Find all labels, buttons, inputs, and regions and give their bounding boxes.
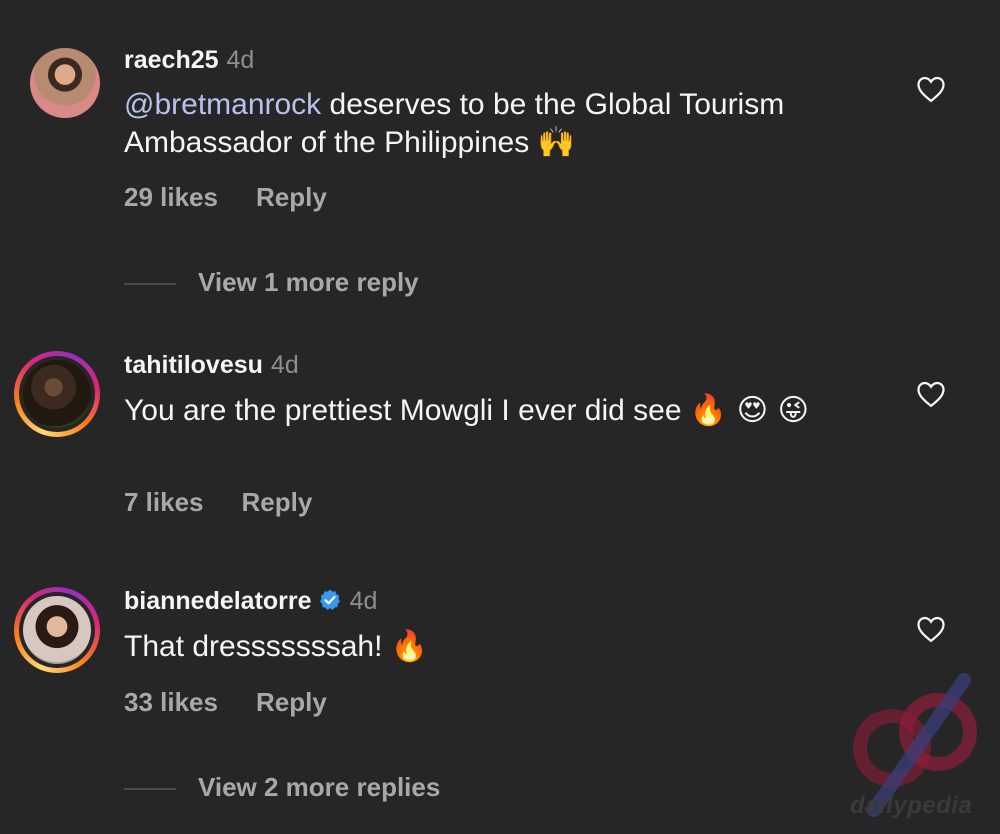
view-more-replies[interactable]: View 2 more replies xyxy=(124,772,440,803)
comment-text: You are the prettiest Mowgli I ever did … xyxy=(124,392,864,430)
username[interactable]: biannedelatorre xyxy=(124,587,312,615)
comment-body: That dresssssssah! xyxy=(124,630,383,663)
view-more-replies[interactable]: View 1 more reply xyxy=(124,267,419,298)
avatar xyxy=(23,596,91,664)
heart-icon[interactable] xyxy=(916,380,946,408)
likes-count[interactable]: 29 likes xyxy=(124,182,218,212)
avatar xyxy=(23,360,91,428)
comment-text: @bretmanrock deserves to be the Global T… xyxy=(124,86,884,162)
divider-line xyxy=(124,283,176,286)
raising-hands-emoji: 🙌 xyxy=(537,125,575,160)
mention-link[interactable]: @bretmanrock xyxy=(124,88,321,121)
comment-body: You are the prettiest Mowgli I ever did … xyxy=(124,394,682,427)
heart-icon[interactable] xyxy=(916,75,946,103)
reply-button[interactable]: Reply xyxy=(256,182,327,212)
username[interactable]: raech25 xyxy=(124,46,219,74)
comment-actions: 33 likes Reply xyxy=(124,687,327,718)
comment-actions: 7 likes Reply xyxy=(124,487,312,518)
reply-button[interactable]: Reply xyxy=(256,687,327,717)
timestamp: 4d xyxy=(270,351,299,379)
avatar-inner xyxy=(19,356,95,432)
avatar-story-ring[interactable] xyxy=(14,351,100,437)
view-more-label[interactable]: View 1 more reply xyxy=(198,267,419,297)
view-more-label[interactable]: View 2 more replies xyxy=(198,772,440,802)
heart-icon[interactable] xyxy=(916,615,946,643)
avatar-story-ring[interactable] xyxy=(14,587,100,673)
verified-badge-icon xyxy=(319,589,340,610)
likes-count[interactable]: 7 likes xyxy=(124,487,204,517)
comment-meta: biannedelatorre 4d xyxy=(124,587,377,616)
divider-line xyxy=(124,788,176,791)
comment-text: That dresssssssah! 🔥 xyxy=(124,628,884,666)
avatar[interactable] xyxy=(30,48,100,118)
comment-meta: raech25 4d xyxy=(124,46,254,75)
likes-count[interactable]: 33 likes xyxy=(124,687,218,717)
fire-emoji: 🔥 xyxy=(390,629,429,664)
comment-actions: 29 likes Reply xyxy=(124,182,327,213)
reply-button[interactable]: Reply xyxy=(242,487,313,517)
timestamp: 4d xyxy=(226,46,255,74)
watermark-text: dailypedia xyxy=(850,792,973,819)
avatar-image xyxy=(30,48,100,118)
username[interactable]: tahitilovesu xyxy=(124,351,263,379)
comment-meta: tahitilovesu 4d xyxy=(124,351,299,380)
avatar-inner xyxy=(19,592,95,668)
timestamp: 4d xyxy=(349,587,378,615)
fire-heart-eyes-wink-emoji: 🔥 😍 😜 xyxy=(689,393,809,428)
